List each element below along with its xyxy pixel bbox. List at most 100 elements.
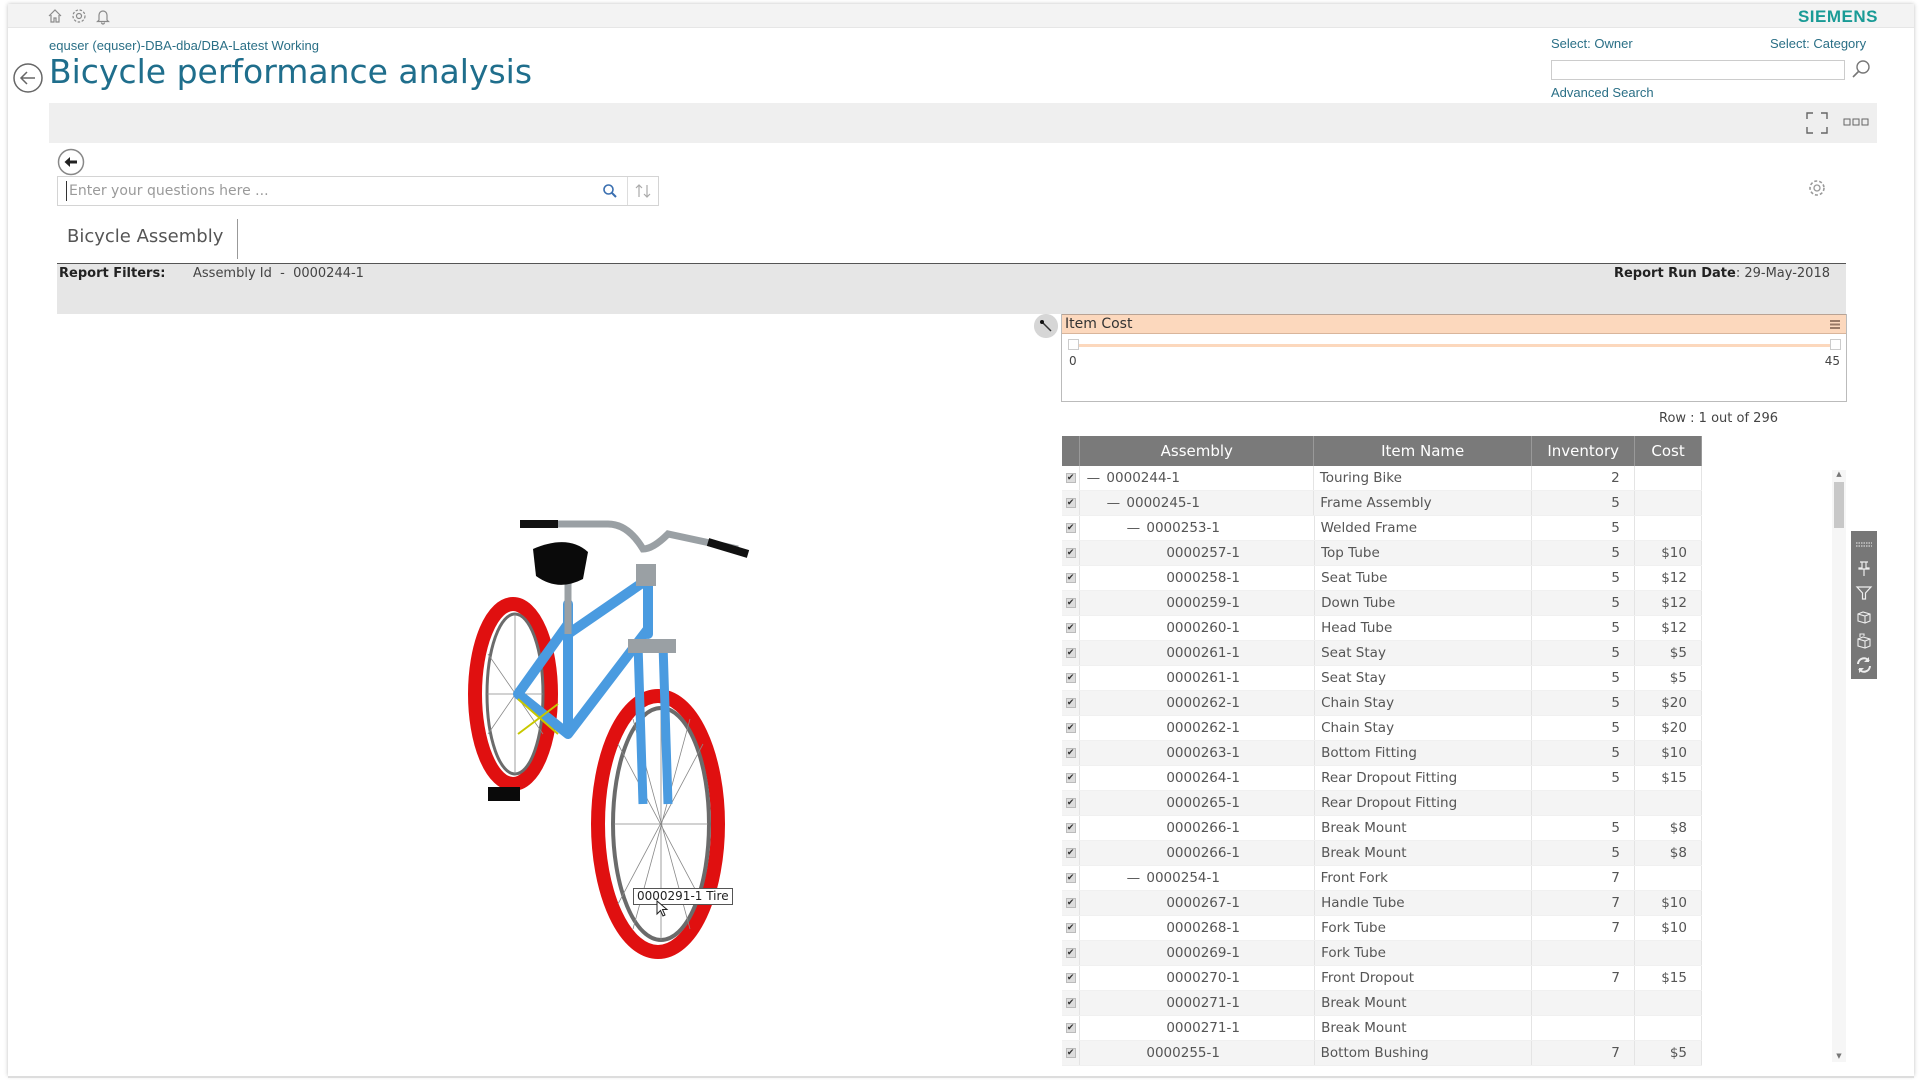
row-checkbox[interactable]: ✔	[1062, 841, 1081, 865]
checkmark-icon[interactable]: ✔	[1065, 698, 1076, 708]
owner-search-input[interactable]	[1551, 60, 1845, 80]
checkmark-icon[interactable]: ✔	[1065, 823, 1076, 833]
row-checkbox[interactable]: ✔	[1062, 916, 1081, 940]
collapse-toggle-icon[interactable]: —	[1126, 870, 1141, 886]
sort-icon[interactable]	[634, 183, 652, 199]
checkmark-icon[interactable]: ✔	[1065, 798, 1076, 808]
table-row[interactable]: ✔ 0000271-1 Break Mount	[1062, 991, 1702, 1016]
breadcrumb[interactable]: equser (equser)-DBA-dba/DBA-Latest Worki…	[49, 38, 319, 53]
refresh-icon[interactable]	[1854, 655, 1874, 675]
row-checkbox[interactable]: ✔	[1062, 491, 1081, 515]
checkmark-icon[interactable]: ✔	[1065, 598, 1076, 608]
table-row[interactable]: ✔ 0000264-1 Rear Dropout Fitting 5 $15	[1062, 766, 1702, 791]
row-checkbox[interactable]: ✔	[1062, 566, 1081, 590]
column-header-cost[interactable]: Cost	[1635, 436, 1702, 466]
row-checkbox[interactable]: ✔	[1062, 666, 1081, 690]
row-checkbox[interactable]: ✔	[1062, 791, 1081, 815]
gear-icon[interactable]	[70, 7, 88, 25]
checkmark-icon[interactable]: ✔	[1065, 873, 1076, 883]
checkmark-icon[interactable]: ✔	[1065, 948, 1076, 958]
back-arrow-icon[interactable]	[12, 62, 44, 94]
checkmark-icon[interactable]: ✔	[1065, 523, 1076, 533]
checkmark-icon[interactable]: ✔	[1065, 673, 1076, 683]
checkmark-icon[interactable]: ✔	[1065, 773, 1076, 783]
table-row[interactable]: ✔ — 0000253-1 Welded Frame 5	[1062, 516, 1702, 541]
checkmark-icon[interactable]: ✔	[1065, 548, 1076, 558]
column-header-item-name[interactable]: Item Name	[1314, 436, 1533, 466]
checkmark-icon[interactable]: ✔	[1065, 473, 1076, 483]
grid-lines-icon[interactable]	[1854, 535, 1874, 555]
slider-handle-min[interactable]	[1068, 339, 1079, 350]
row-checkbox[interactable]: ✔	[1062, 466, 1081, 490]
filter-icon[interactable]	[1854, 583, 1874, 603]
table-row[interactable]: ✔ 0000267-1 Handle Tube 7 $10	[1062, 891, 1702, 916]
table-row[interactable]: ✔ 0000269-1 Fork Tube	[1062, 941, 1702, 966]
select-category-link[interactable]: Select: Category	[1770, 36, 1866, 51]
row-checkbox[interactable]: ✔	[1062, 966, 1081, 990]
table-row[interactable]: ✔ 0000255-1 Bottom Bushing 7 $5	[1062, 1041, 1702, 1066]
table-row[interactable]: ✔ 0000270-1 Front Dropout 7 $15	[1062, 966, 1702, 991]
checkmark-icon[interactable]: ✔	[1065, 848, 1076, 858]
row-checkbox[interactable]: ✔	[1062, 866, 1081, 890]
advanced-search-link[interactable]: Advanced Search	[1551, 85, 1654, 100]
table-row[interactable]: ✔ 0000271-1 Break Mount	[1062, 1016, 1702, 1041]
table-row[interactable]: ✔ 0000257-1 Top Tube 5 $10	[1062, 541, 1702, 566]
row-checkbox[interactable]: ✔	[1062, 741, 1081, 765]
header-select-column[interactable]	[1062, 436, 1081, 466]
checkmark-icon[interactable]: ✔	[1065, 723, 1076, 733]
table-row[interactable]: ✔ — 0000254-1 Front Fork 7	[1062, 866, 1702, 891]
select-owner-link[interactable]: Select: Owner	[1551, 36, 1633, 51]
checkmark-icon[interactable]: ✔	[1065, 1048, 1076, 1058]
more-options-icon[interactable]	[1843, 115, 1869, 129]
table-row[interactable]: ✔ 0000261-1 Seat Stay 5 $5	[1062, 641, 1702, 666]
collapse-toggle-icon[interactable]: —	[1126, 520, 1141, 536]
bicycle-3d-viewer[interactable]	[448, 504, 808, 964]
cube-group-icon[interactable]	[1854, 631, 1874, 651]
checkmark-icon[interactable]: ✔	[1065, 923, 1076, 933]
row-checkbox[interactable]: ✔	[1062, 991, 1081, 1015]
column-header-inventory[interactable]: Inventory	[1532, 436, 1636, 466]
checkmark-icon[interactable]: ✔	[1065, 973, 1076, 983]
search-icon[interactable]	[1850, 58, 1872, 80]
row-checkbox[interactable]: ✔	[1062, 691, 1081, 715]
checkmark-icon[interactable]: ✔	[1065, 573, 1076, 583]
grid-scrollbar[interactable]: ▲ ▼	[1832, 470, 1846, 1062]
row-checkbox[interactable]: ✔	[1062, 766, 1081, 790]
checkmark-icon[interactable]: ✔	[1065, 898, 1076, 908]
checkmark-icon[interactable]: ✔	[1065, 748, 1076, 758]
checkmark-icon[interactable]: ✔	[1065, 623, 1076, 633]
question-input[interactable]	[66, 181, 606, 201]
collapse-toggle-icon[interactable]: —	[1106, 495, 1121, 511]
search-icon[interactable]	[602, 183, 618, 199]
checkmark-icon[interactable]: ✔	[1065, 498, 1076, 508]
table-row[interactable]: ✔ 0000262-1 Chain Stay 5 $20	[1062, 691, 1702, 716]
table-row[interactable]: ✔ — 0000245-1 Frame Assembly 5	[1062, 491, 1702, 516]
bell-icon[interactable]	[94, 7, 112, 25]
slider-handle-max[interactable]	[1830, 339, 1841, 350]
row-checkbox[interactable]: ✔	[1062, 641, 1081, 665]
scroll-down-icon[interactable]: ▼	[1832, 1052, 1846, 1062]
row-checkbox[interactable]: ✔	[1062, 716, 1081, 740]
checkmark-icon[interactable]: ✔	[1065, 1023, 1076, 1033]
nav-back-icon[interactable]	[57, 148, 85, 176]
report-tab-title[interactable]: Bicycle Assembly	[67, 226, 223, 247]
checkmark-icon[interactable]: ✔	[1065, 648, 1076, 658]
cost-range-slider[interactable]	[1074, 344, 1836, 347]
table-row[interactable]: ✔ 0000266-1 Break Mount 5 $8	[1062, 841, 1702, 866]
row-checkbox[interactable]: ✔	[1062, 891, 1081, 915]
table-row[interactable]: ✔ 0000259-1 Down Tube 5 $12	[1062, 591, 1702, 616]
menu-icon[interactable]	[1830, 320, 1840, 329]
row-checkbox[interactable]: ✔	[1062, 591, 1081, 615]
row-checkbox[interactable]: ✔	[1062, 1016, 1081, 1040]
table-row[interactable]: ✔ 0000263-1 Bottom Fitting 5 $10	[1062, 741, 1702, 766]
table-row[interactable]: ✔ 0000265-1 Rear Dropout Fitting	[1062, 791, 1702, 816]
collapse-toggle-icon[interactable]: —	[1086, 470, 1101, 486]
pin-icon[interactable]	[1854, 559, 1874, 579]
row-checkbox[interactable]: ✔	[1062, 616, 1081, 640]
row-checkbox[interactable]: ✔	[1062, 541, 1081, 565]
table-row[interactable]: ✔ 0000260-1 Head Tube 5 $12	[1062, 616, 1702, 641]
table-row[interactable]: ✔ 0000262-1 Chain Stay 5 $20	[1062, 716, 1702, 741]
settings-gear-icon[interactable]	[1807, 178, 1827, 198]
home-icon[interactable]	[46, 7, 64, 25]
magic-wand-icon[interactable]	[1034, 314, 1058, 338]
